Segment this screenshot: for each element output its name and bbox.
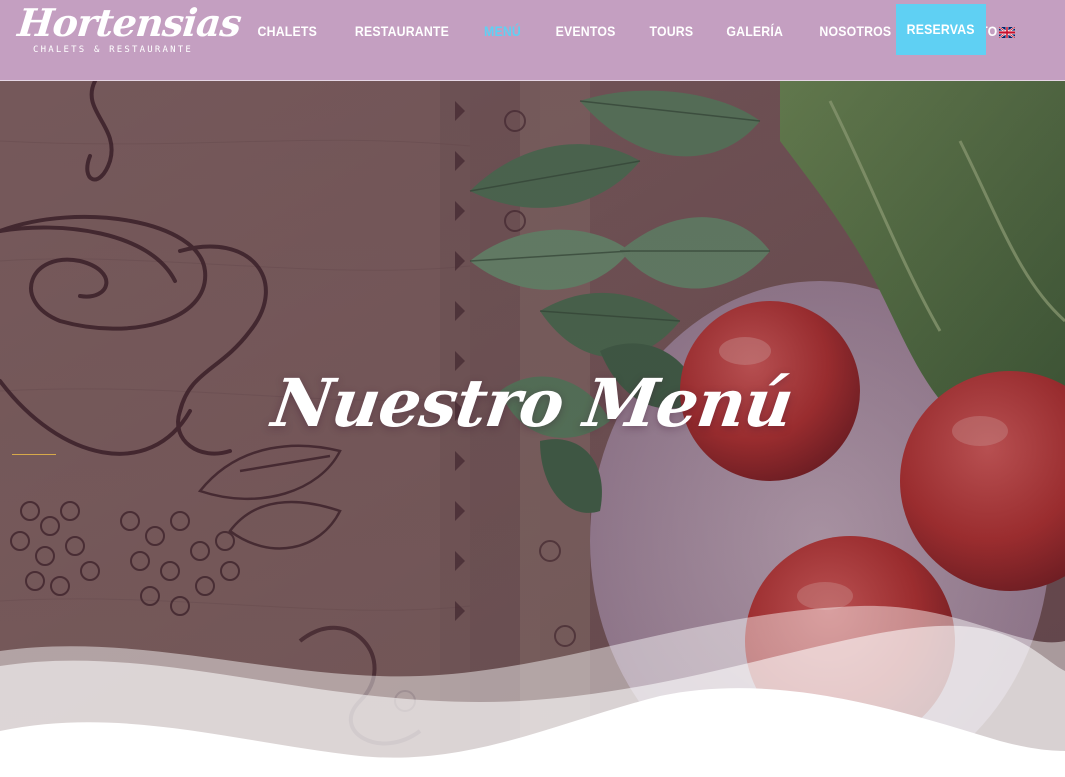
site-logo[interactable]: Hortensias CHALETS & RESTAURANTE bbox=[15, 0, 243, 64]
nav-item-restaurante[interactable]: RESTAURANTE bbox=[343, 0, 461, 62]
hero-title: Nuestro Menú bbox=[267, 364, 798, 442]
reservas-button[interactable]: RESERVAS bbox=[896, 4, 986, 55]
reservas-button-label: RESERVAS bbox=[906, 21, 976, 37]
nav-item-nosotros[interactable]: NOSOTROS bbox=[807, 0, 903, 62]
nav-item-eventos[interactable]: EVENTOS bbox=[543, 0, 627, 62]
page: Hortensias CHALETS & RESTAURANTE CHALETS… bbox=[0, 0, 1065, 777]
logo-tagline: CHALETS & RESTAURANTE bbox=[33, 45, 193, 55]
nav-item-chalets[interactable]: CHALETS bbox=[246, 0, 329, 62]
nav-item-galeria[interactable]: GALERÍA bbox=[715, 0, 795, 62]
hero-wave-divider bbox=[0, 605, 1065, 777]
nav-item-menu[interactable]: MENÚ bbox=[473, 0, 534, 62]
nav-item-tours[interactable]: TOURS bbox=[637, 0, 705, 62]
hero-section: Nuestro Menú bbox=[0, 81, 1065, 777]
uk-flag-icon[interactable] bbox=[999, 27, 1015, 38]
hero-accent-line bbox=[12, 454, 56, 455]
logo-wordmark: Hortensias bbox=[15, 0, 243, 45]
site-header: Hortensias CHALETS & RESTAURANTE CHALETS… bbox=[0, 0, 1065, 81]
